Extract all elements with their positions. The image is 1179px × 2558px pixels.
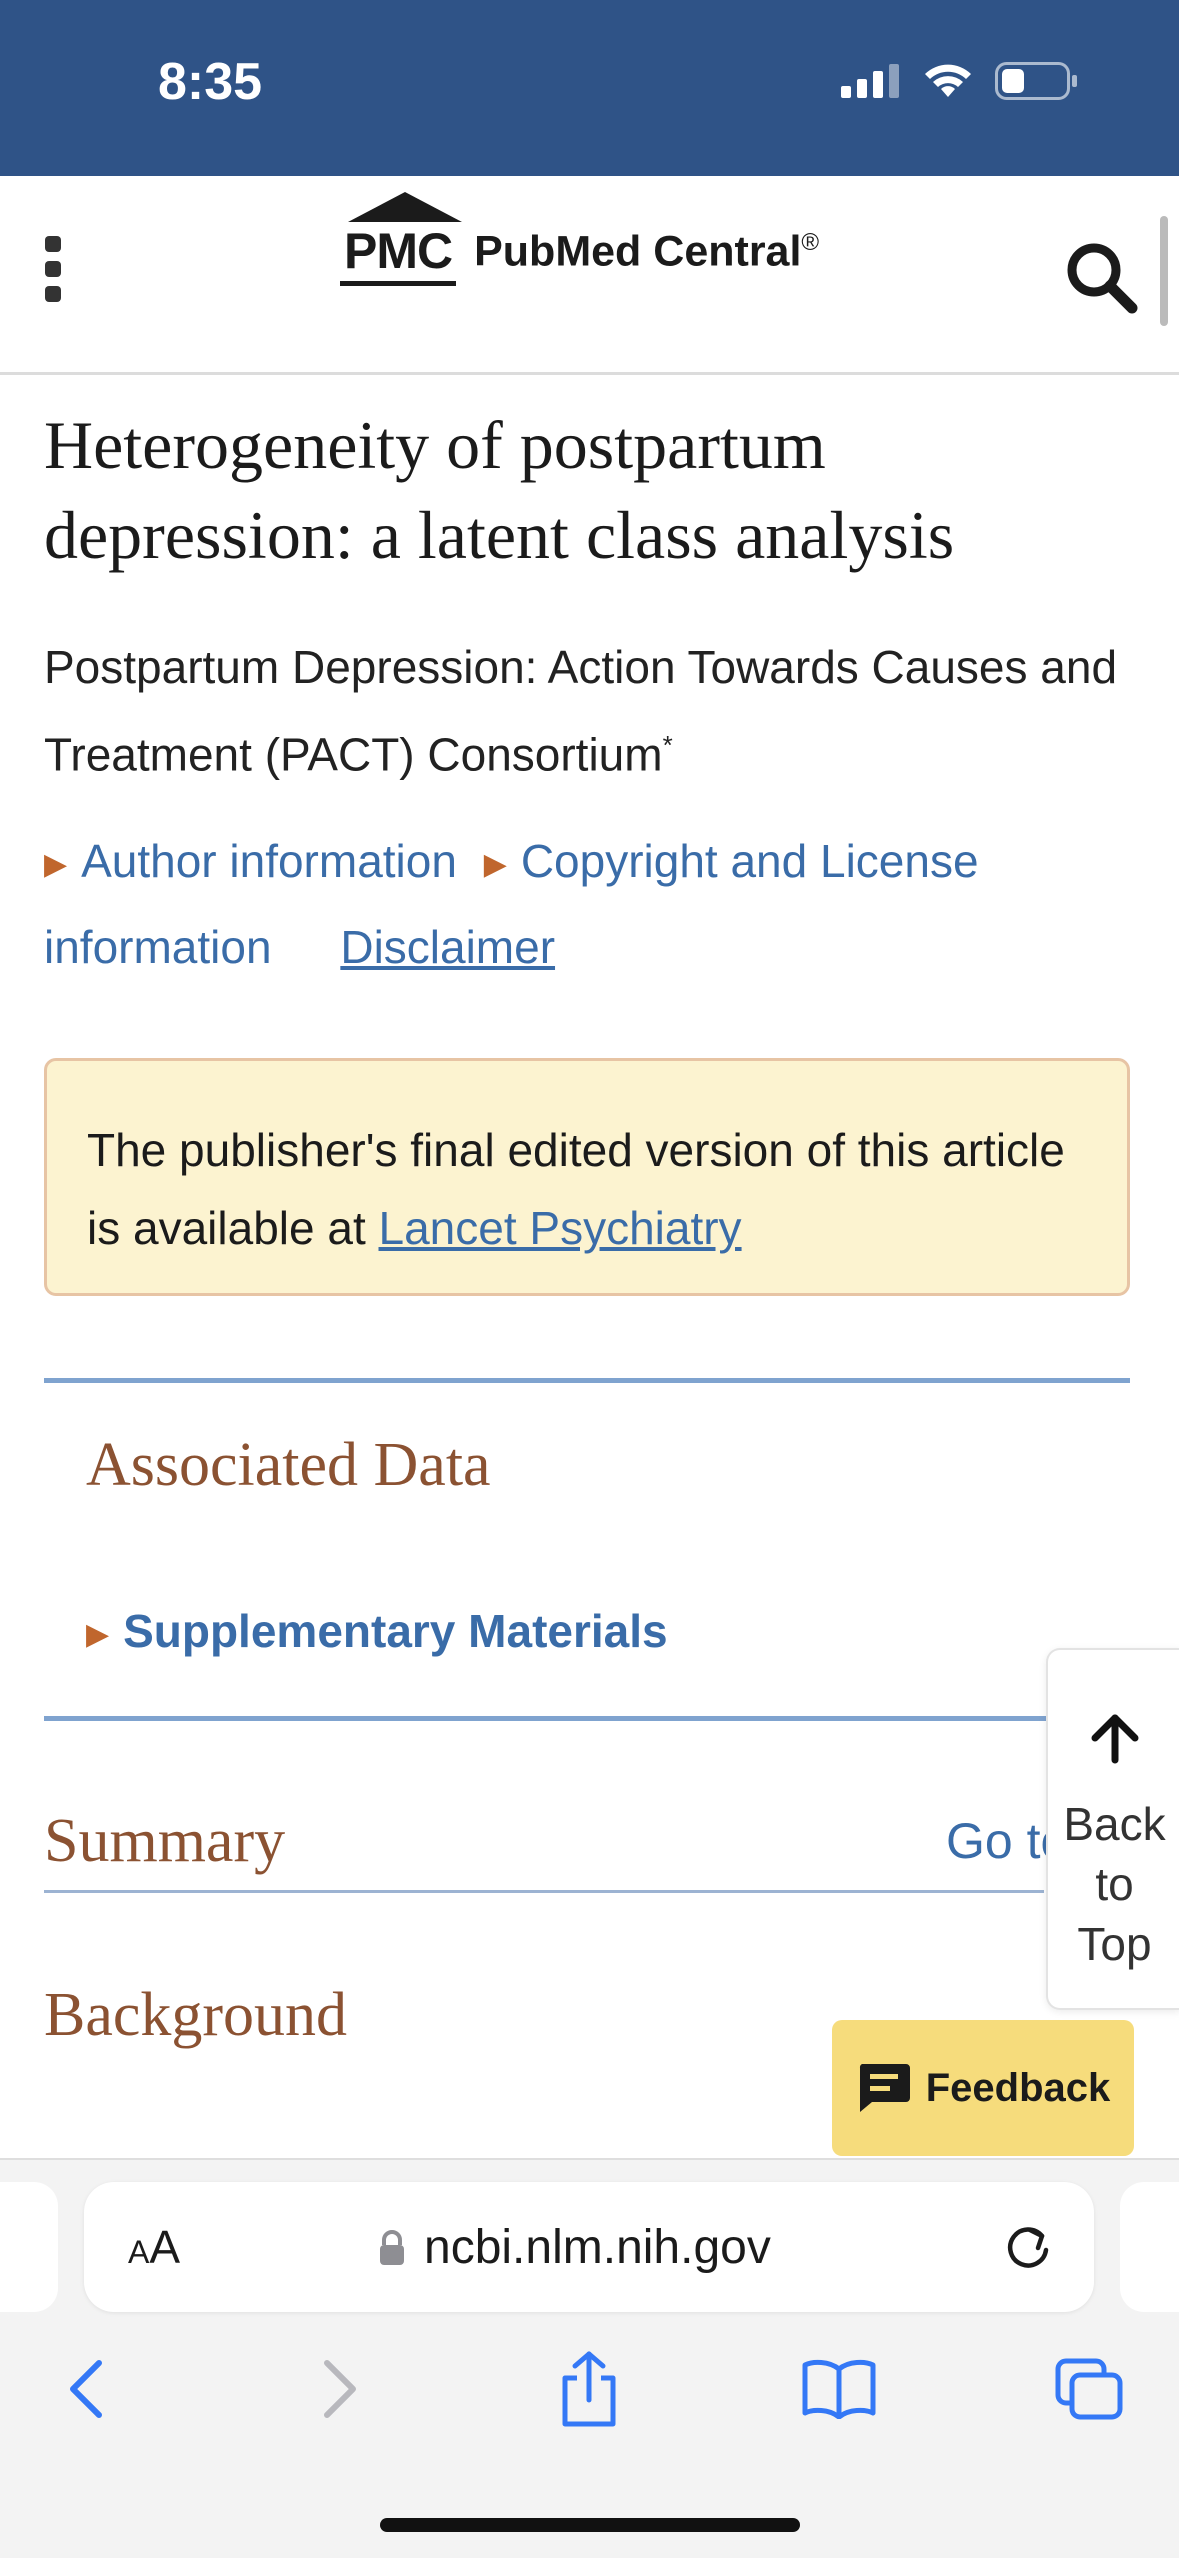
section-divider: [44, 1716, 1046, 1721]
previous-tab-peek[interactable]: [0, 2182, 58, 2312]
back-button[interactable]: [40, 2344, 130, 2434]
background-heading: Background: [44, 1981, 348, 2049]
url-display[interactable]: ncbi.nlm.nih.gov: [378, 2220, 771, 2275]
menu-dot-icon: [45, 236, 61, 252]
summary-heading: Summary: [44, 1807, 286, 1875]
share-button[interactable]: [544, 2344, 634, 2434]
book-icon: [802, 2359, 876, 2419]
article-authors: Postpartum Depression: Action Towards Ca…: [44, 628, 1144, 793]
lock-icon: [380, 2229, 404, 2265]
site-header: PMC PubMed Central®: [0, 176, 1179, 375]
expand-triangle-icon: ▶: [86, 1618, 110, 1652]
scroll-indicator: [1160, 216, 1168, 326]
goto-link[interactable]: Go to: [946, 1812, 1046, 1870]
url-text: ncbi.nlm.nih.gov: [424, 2221, 771, 2274]
menu-button[interactable]: [40, 236, 66, 302]
wifi-icon: [925, 64, 971, 97]
article-info-links: ▶ Author information ▶ Copyright and Licen…: [44, 820, 1144, 988]
supplementary-materials-label: Supplementary Materials: [123, 1605, 668, 1657]
building-roof-icon: [348, 192, 462, 223]
expand-triangle-icon: ▶: [483, 847, 507, 881]
browser-toolbar: [0, 2344, 1179, 2474]
arrow-up-icon: [1091, 1714, 1138, 1764]
next-tab-peek[interactable]: [1120, 2182, 1179, 2312]
menu-dot-icon: [45, 286, 61, 302]
home-indicator[interactable]: [380, 2518, 800, 2532]
disclaimer-link[interactable]: Disclaimer: [340, 921, 555, 973]
cellular-signal-icon: [841, 64, 899, 98]
share-icon: [562, 2351, 616, 2427]
supplementary-materials-toggle[interactable]: ▶ Supplementary Materials: [86, 1604, 668, 1658]
back-to-top-label: Back to Top: [1063, 1798, 1166, 1970]
page-settings-button[interactable]: AA: [128, 2220, 180, 2274]
logo-name: PubMed Central®: [474, 227, 820, 276]
author-group[interactable]: Postpartum Depression: Action Towards Ca…: [44, 641, 1117, 780]
chevron-left-icon: [70, 2360, 102, 2418]
article-title: Heterogeneity of postpartum depression: …: [44, 407, 955, 573]
forward-button[interactable]: [296, 2344, 386, 2434]
section-divider: [44, 1378, 1130, 1383]
lancet-psychiatry-link[interactable]: Lancet Psychiatry: [379, 1202, 742, 1254]
summary-divider: [44, 1890, 1044, 1893]
author-footnote-mark: *: [662, 730, 673, 760]
pmc-logo[interactable]: PMC PubMed Central®: [340, 192, 820, 287]
associated-data-heading: Associated Data: [86, 1431, 491, 1499]
status-bar: 8:35: [0, 0, 1179, 176]
logo-abbr: PMC: [340, 223, 457, 287]
chevron-right-icon: [324, 2360, 356, 2418]
publisher-notice: The publisher's final edited version of …: [44, 1058, 1130, 1296]
address-bar[interactable]: AA ncbi.nlm.nih.gov: [84, 2182, 1094, 2312]
expand-triangle-icon: ▶: [44, 847, 68, 881]
status-time: 8:35: [158, 53, 263, 111]
search-icon[interactable]: [1064, 240, 1138, 314]
browser-bottom-bar: AA ncbi.nlm.nih.gov: [0, 2158, 1179, 2558]
back-to-top-button[interactable]: Back to Top: [1046, 1648, 1179, 2010]
status-icons: [841, 62, 1079, 100]
menu-dot-icon: [45, 261, 61, 277]
tabs-icon: [1055, 2358, 1123, 2420]
reload-icon[interactable]: [1000, 2220, 1056, 2276]
tabs-button[interactable]: [1044, 2344, 1134, 2434]
feedback-label: Feedback: [925, 2065, 1111, 2110]
author-information-link[interactable]: Author information: [81, 835, 457, 887]
battery-icon: [995, 62, 1077, 100]
chat-bubble-icon: [859, 2064, 910, 2112]
feedback-button[interactable]: Feedback: [832, 2020, 1134, 2156]
bookmarks-button[interactable]: [794, 2344, 884, 2434]
